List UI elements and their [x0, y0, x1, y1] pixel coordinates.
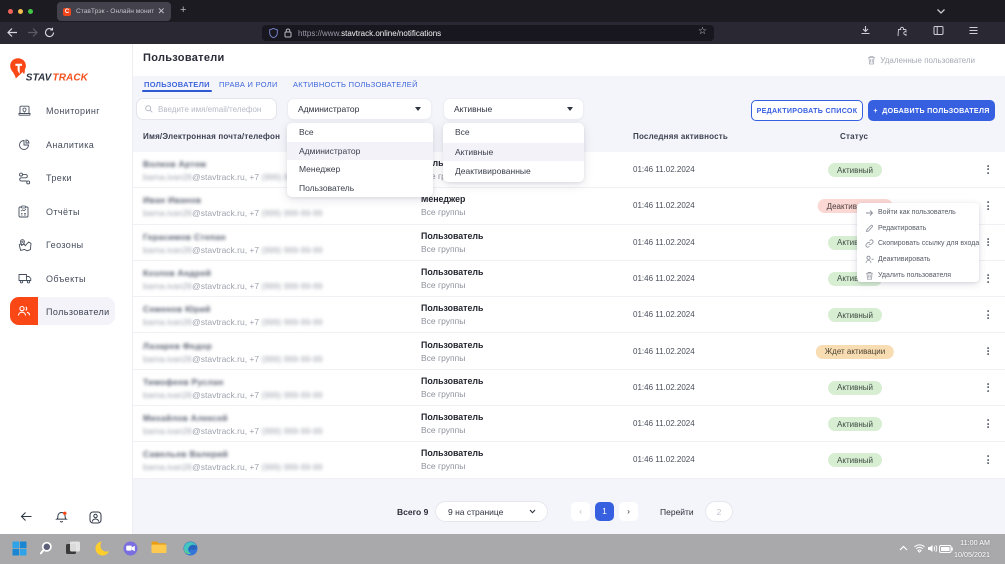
- svg-text:STAV: STAV: [26, 72, 53, 83]
- svg-text:TRACK: TRACK: [53, 72, 89, 83]
